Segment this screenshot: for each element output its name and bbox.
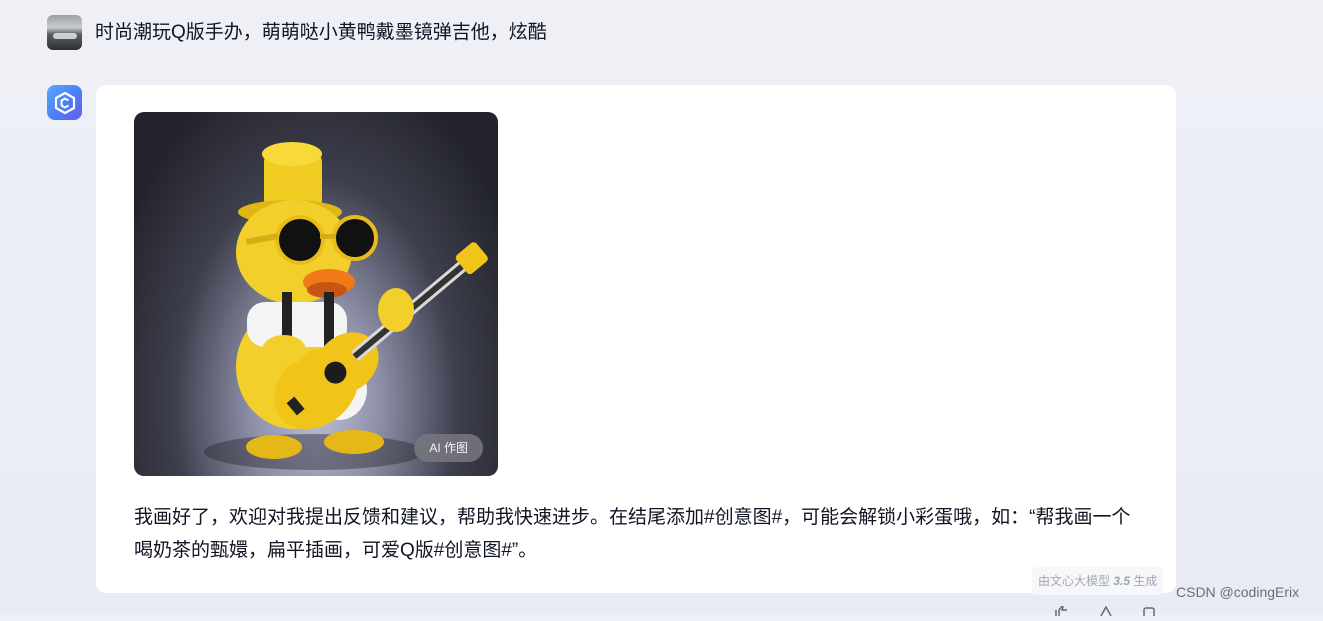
model-version: 3.5 — [1113, 574, 1131, 588]
ernie-bot-logo-icon — [54, 91, 75, 114]
model-attribution: 由文心大模型 3.5 生成 — [1032, 567, 1164, 595]
bot-reply-text: 我画好了，欢迎对我提出反馈和建议，帮助我快速进步。在结尾添加#创意图#，可能会解… — [134, 507, 1131, 561]
model-attribution-suffix: 生成 — [1133, 574, 1158, 588]
model-attribution-prefix: 由文心大模型 — [1038, 574, 1111, 588]
bot-avatar — [47, 85, 82, 120]
csdn-watermark: CSDN @codingErix — [1176, 584, 1300, 600]
copy-icon[interactable] — [1142, 603, 1158, 619]
user-message-row: 时尚潮玩Q版手办，萌萌哒小黄鸭戴墨镜弹吉他，炫酷 — [47, 15, 547, 50]
bot-response-card: AI 作图 我画好了，欢迎对我提出反馈和建议，帮助我快速进步。在结尾添加#创意图… — [96, 85, 1176, 593]
ai-image-badge: AI 作图 — [414, 434, 483, 462]
thumb-up-icon[interactable] — [1054, 603, 1070, 616]
response-actions — [1054, 603, 1158, 619]
user-avatar[interactable] — [47, 15, 82, 50]
generated-image[interactable]: AI 作图 — [134, 112, 498, 476]
duck-guitar-illustration — [204, 142, 488, 470]
thumb-down-icon[interactable] — [1098, 603, 1114, 617]
user-message-text: 时尚潮玩Q版手办，萌萌哒小黄鸭戴墨镜弹吉他，炫酷 — [95, 21, 547, 43]
